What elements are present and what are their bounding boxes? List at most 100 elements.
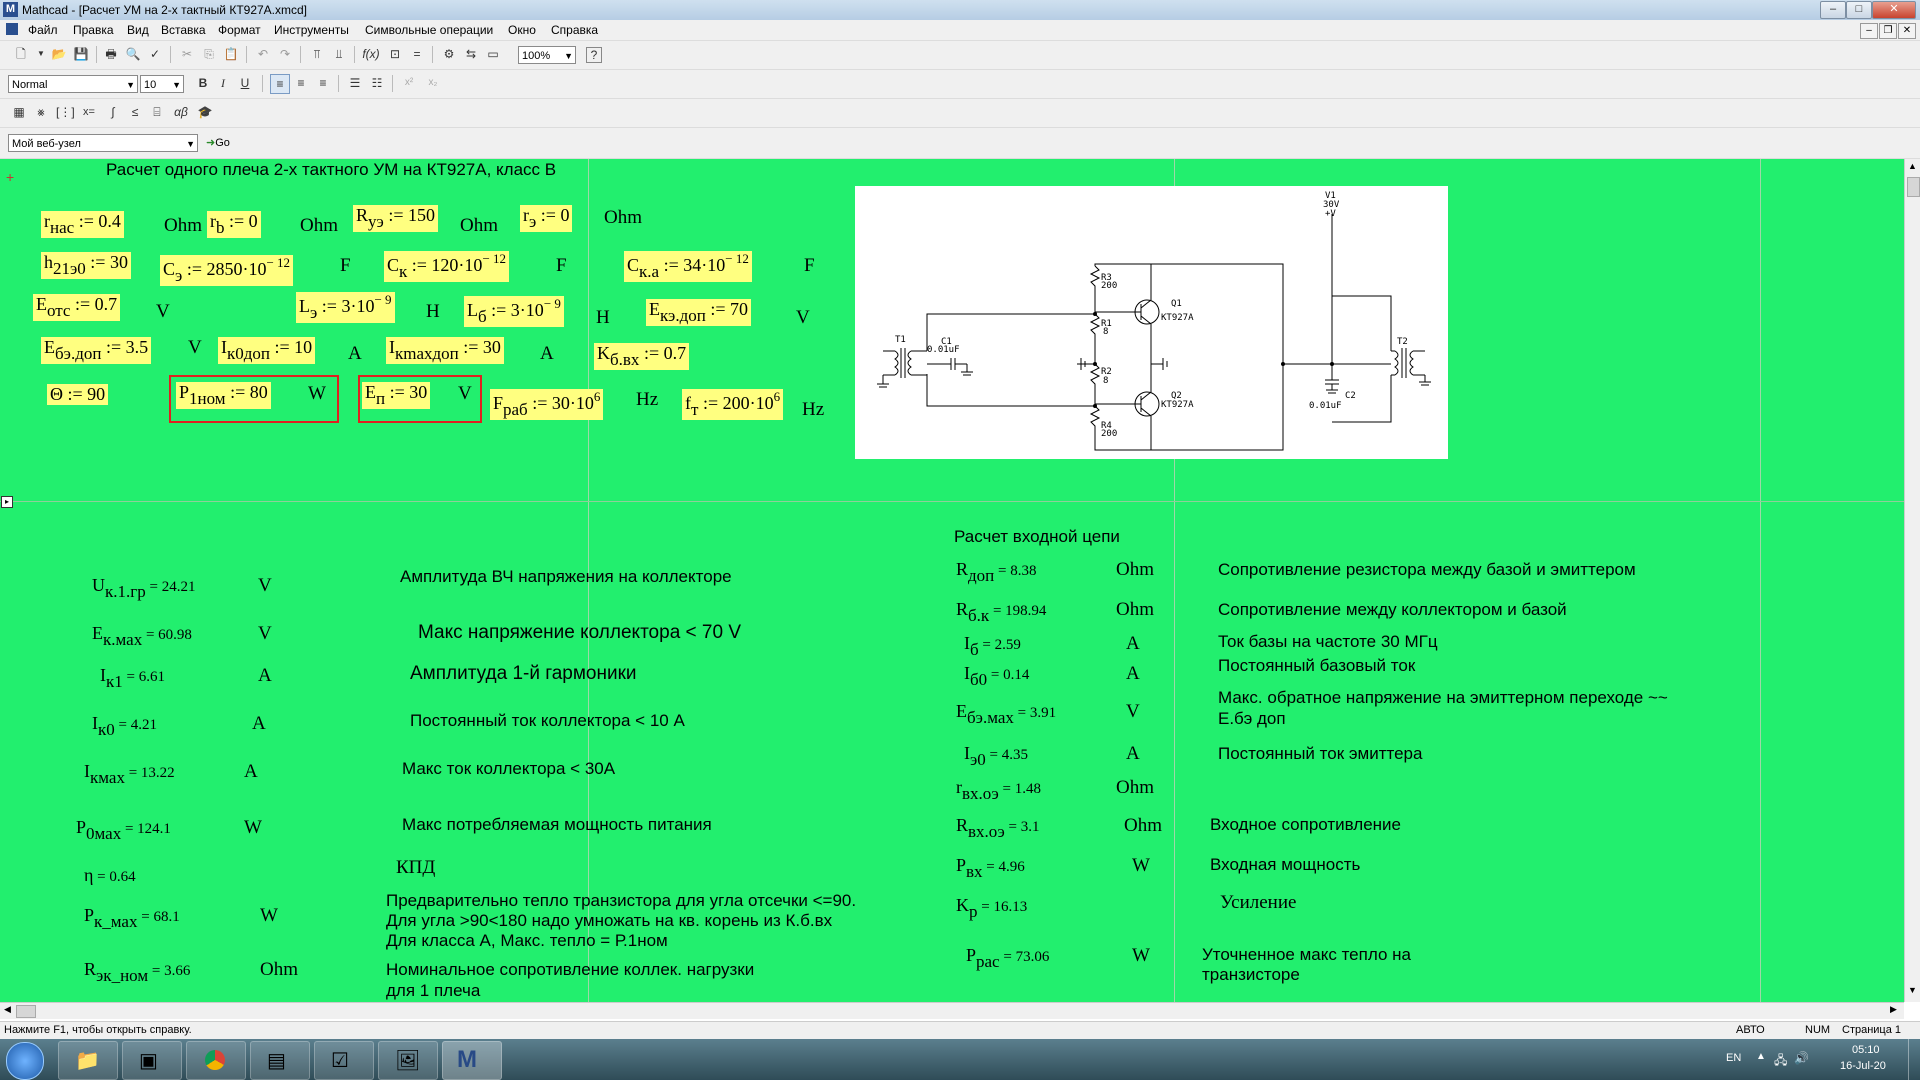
right-result-5[interactable]: Iэ0 = 4.35 bbox=[964, 743, 1028, 770]
doc-minimize-button[interactable]: – bbox=[1860, 23, 1878, 39]
style-select[interactable]: Normal ▼ bbox=[8, 75, 138, 93]
menu-insert[interactable]: Вставка bbox=[161, 23, 206, 37]
left-result-6[interactable]: η = 0.64 bbox=[84, 865, 136, 886]
start-button[interactable] bbox=[6, 1042, 44, 1080]
subscript-icon[interactable]: x₂ bbox=[424, 74, 442, 92]
align-bottom-icon[interactable]: ⫫ bbox=[330, 45, 348, 63]
right-result-6[interactable]: rвх.оэ = 1.48 bbox=[956, 777, 1041, 804]
scroll-left-icon[interactable]: ◀ bbox=[4, 1004, 11, 1015]
def-e-be-dop[interactable]: Eбэ.доп := 3.5 bbox=[41, 337, 152, 364]
def-e-p[interactable]: Eп := 30 bbox=[362, 382, 431, 409]
right-result-2[interactable]: Iб = 2.59 bbox=[964, 633, 1021, 660]
volume-icon[interactable]: 🔊 bbox=[1794, 1051, 1809, 1065]
taskbar-media[interactable]: ▣ bbox=[122, 1041, 182, 1080]
def-l-b[interactable]: Lб := 3·10− 9 bbox=[464, 296, 564, 327]
bold-button[interactable]: B bbox=[194, 74, 212, 92]
def-c-ka[interactable]: Cк.а := 34·10− 12 bbox=[624, 251, 752, 282]
def-theta[interactable]: Θ := 90 bbox=[47, 384, 109, 405]
boolean-icon[interactable]: ≤ bbox=[126, 103, 144, 121]
greek-icon[interactable]: αβ bbox=[172, 103, 190, 121]
align-center-icon[interactable]: ≡ bbox=[292, 74, 310, 92]
def-r-b[interactable]: rb := 0 bbox=[207, 211, 261, 238]
print-icon[interactable]: 🖶 bbox=[102, 45, 120, 63]
web-node-select[interactable]: Мой веб-узел ▼ bbox=[8, 134, 198, 152]
save-icon[interactable]: 💾 bbox=[72, 45, 90, 63]
right-result-8[interactable]: Pвх = 4.96 bbox=[956, 855, 1025, 882]
right-result-4[interactable]: Eбэ.мах = 3.91 bbox=[956, 701, 1056, 728]
insert-unit-icon[interactable]: ⊡ bbox=[386, 45, 404, 63]
network-icon[interactable]: 🖧 bbox=[1774, 1051, 1787, 1072]
font-size-select[interactable]: 10 ▼ bbox=[140, 75, 184, 93]
def-f-t[interactable]: fт := 200·106 bbox=[682, 389, 784, 420]
calculate-icon[interactable]: = bbox=[408, 45, 426, 63]
taskbar-checklist[interactable]: ☑ bbox=[314, 1041, 374, 1080]
menu-symbolics[interactable]: Символьные операции bbox=[365, 23, 493, 37]
left-result-4[interactable]: Iкмах = 13.22 bbox=[84, 761, 175, 788]
clock-date[interactable]: 16-Jul-20 bbox=[1840, 1060, 1886, 1072]
taskbar-mathcad[interactable]: M bbox=[442, 1041, 502, 1080]
def-l-e[interactable]: Lэ := 3·10− 9 bbox=[296, 292, 395, 323]
scroll-down-icon[interactable]: ▼ bbox=[1908, 985, 1917, 995]
def-r-nas[interactable]: rнас := 0.4 bbox=[41, 211, 124, 238]
menu-window[interactable]: Окно bbox=[508, 23, 536, 37]
taskbar-app[interactable]: ▤ bbox=[250, 1041, 310, 1080]
calculus-icon[interactable]: ∫ bbox=[104, 103, 122, 121]
doc-close-button[interactable]: ✕ bbox=[1898, 23, 1916, 39]
numbering-icon[interactable]: ☷ bbox=[368, 74, 386, 92]
vertical-scrollbar[interactable]: ▲ ▼ bbox=[1904, 159, 1920, 1002]
scroll-thumb[interactable] bbox=[16, 1005, 36, 1018]
insert-function-icon[interactable]: f(x) bbox=[362, 45, 380, 63]
minimize-button[interactable]: – bbox=[1820, 1, 1846, 19]
calculator-icon[interactable]: ▦ bbox=[10, 103, 28, 121]
open-icon[interactable]: 📂 bbox=[50, 45, 68, 63]
redo-icon[interactable]: ↷ bbox=[276, 45, 294, 63]
menu-tools[interactable]: Инструменты bbox=[274, 23, 349, 37]
def-p1-nom[interactable]: P1ном := 80 bbox=[176, 382, 271, 409]
doc-restore-button[interactable]: ❐ bbox=[1879, 23, 1897, 39]
scroll-thumb[interactable] bbox=[1907, 177, 1920, 197]
cut-icon[interactable]: ✂ bbox=[178, 45, 196, 63]
scroll-right-icon[interactable]: ▶ bbox=[1890, 1004, 1897, 1015]
evaluation-icon[interactable]: x= bbox=[80, 103, 98, 121]
help-icon[interactable]: ? bbox=[586, 47, 602, 63]
taskbar-paint[interactable]: 🖼 bbox=[378, 1041, 438, 1080]
undo-icon[interactable]: ↶ bbox=[254, 45, 272, 63]
spell-check-icon[interactable]: ✓ bbox=[146, 45, 164, 63]
left-result-8[interactable]: Rэк_ном = 3.66 bbox=[84, 959, 190, 986]
tray-expand-icon[interactable]: ▲ bbox=[1756, 1051, 1766, 1062]
maximize-button[interactable]: □ bbox=[1846, 1, 1872, 19]
taskbar-chrome[interactable] bbox=[186, 1041, 246, 1080]
align-left-icon[interactable]: ≡ bbox=[270, 74, 290, 94]
align-right-icon[interactable]: ≡ bbox=[314, 74, 332, 92]
underline-button[interactable]: U bbox=[236, 74, 254, 92]
symbolic-icon[interactable]: 🎓 bbox=[196, 103, 214, 121]
right-result-3[interactable]: Iб0 = 0.14 bbox=[964, 663, 1029, 690]
def-h21e0[interactable]: h21э0 := 30 bbox=[41, 252, 131, 279]
show-desktop-button[interactable] bbox=[1908, 1039, 1920, 1080]
horizontal-scrollbar[interactable]: ◀ ▶ bbox=[0, 1002, 1904, 1019]
matrix-icon[interactable]: [⋮] bbox=[56, 103, 75, 121]
right-result-7[interactable]: Rвх.оэ = 3.1 bbox=[956, 815, 1040, 842]
window-icon[interactable]: ▭ bbox=[484, 45, 502, 63]
align-top-icon[interactable]: ⫪ bbox=[308, 45, 326, 63]
left-result-0[interactable]: Uк.1.гр = 24.21 bbox=[92, 575, 195, 602]
language-indicator[interactable]: EN bbox=[1726, 1052, 1741, 1064]
insert-component-icon[interactable]: ⚙ bbox=[440, 45, 458, 63]
right-result-10[interactable]: Pрас = 73.06 bbox=[966, 945, 1049, 972]
def-r-e[interactable]: rэ := 0 bbox=[520, 205, 573, 232]
close-button[interactable]: ✕ bbox=[1872, 1, 1916, 19]
menu-format[interactable]: Формат bbox=[218, 23, 261, 37]
print-preview-icon[interactable]: 🔍 bbox=[124, 45, 142, 63]
programming-icon[interactable]: ⌸ bbox=[148, 103, 166, 121]
def-k-b-vx[interactable]: Kб.вх := 0.7 bbox=[594, 343, 690, 370]
left-result-5[interactable]: P0мах = 124.1 bbox=[76, 817, 171, 844]
def-i-k0-dop[interactable]: Iк0доп := 10 bbox=[218, 337, 316, 364]
bullets-icon[interactable]: ☰ bbox=[346, 74, 364, 92]
def-f-rab[interactable]: Fраб := 30·106 bbox=[490, 389, 604, 420]
def-r-ue[interactable]: Rуэ := 150 bbox=[353, 205, 438, 232]
superscript-icon[interactable]: x² bbox=[400, 74, 418, 92]
scroll-up-icon[interactable]: ▲ bbox=[1908, 161, 1917, 171]
resource-center-icon[interactable]: ⇆ bbox=[462, 45, 480, 63]
menu-edit[interactable]: Правка bbox=[73, 23, 114, 37]
go-button[interactable]: ➜Go bbox=[206, 136, 230, 149]
